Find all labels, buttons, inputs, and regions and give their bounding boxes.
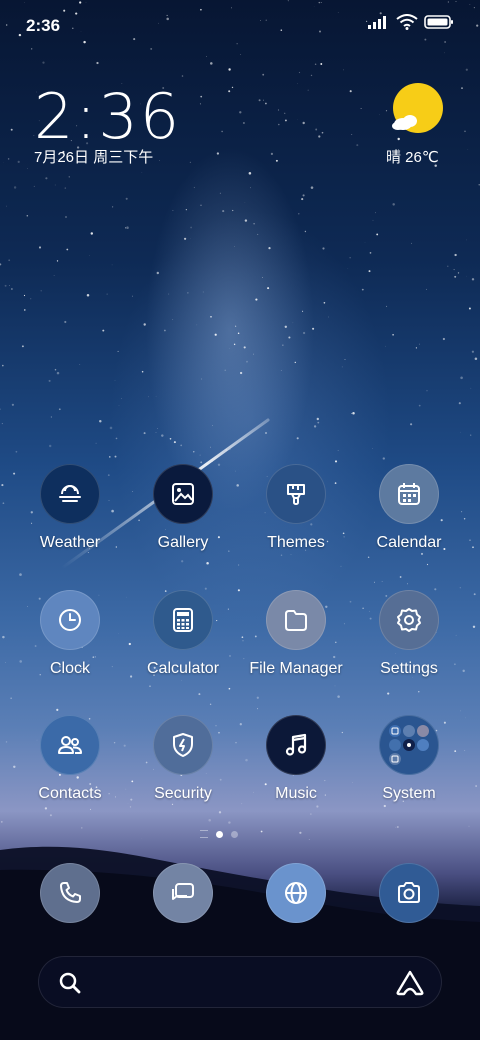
app-label: Calendar [376, 534, 442, 551]
battery-icon [424, 15, 453, 29]
search-bar[interactable] [38, 956, 442, 1008]
calendar-icon [379, 464, 439, 524]
page-dot[interactable] [231, 830, 238, 838]
wifi-icon [396, 14, 418, 30]
voice-assistant-icon[interactable] [396, 970, 424, 996]
app-music[interactable]: Music [240, 715, 352, 803]
page-indicator-feed[interactable] [200, 830, 208, 838]
clock-widget-date: 7月26日 周三下午 [34, 149, 154, 166]
calculator-icon [153, 590, 213, 650]
app-system[interactable]: System [353, 715, 465, 803]
security-icon [153, 715, 213, 775]
music-icon [266, 715, 326, 775]
status-bar: 2:36 [0, 0, 480, 50]
messages-icon [153, 863, 213, 923]
camera-icon [379, 863, 439, 923]
page-dot-current[interactable] [216, 830, 223, 838]
themes-icon [266, 464, 326, 524]
app-weather[interactable]: Weather [14, 464, 126, 552]
app-gallery[interactable]: Gallery [127, 464, 239, 552]
dock-phone-button[interactable] [14, 863, 126, 923]
folder-icon [266, 590, 326, 650]
app-label: Contacts [38, 785, 102, 802]
app-label: File Manager [249, 660, 343, 677]
status-time: 2:36 [26, 16, 61, 35]
app-file-manager[interactable]: File Manager [240, 590, 352, 678]
dock-camera-button[interactable] [353, 863, 465, 923]
signal-icon [368, 16, 386, 29]
search-icon [59, 972, 81, 994]
dock-messages-button[interactable] [127, 863, 239, 923]
app-label: Calculator [146, 660, 220, 677]
app-label: Music [275, 785, 317, 802]
weather-text: 晴 26℃ [386, 149, 439, 166]
weather-icon [40, 464, 100, 524]
app-themes[interactable]: Themes [240, 464, 352, 552]
page-indicator [200, 830, 238, 838]
clock-widget-time[interactable]: 2:36 [34, 80, 181, 153]
app-calendar[interactable]: Calendar [353, 464, 465, 552]
system-folder-icon [379, 715, 439, 775]
dock-browser-button[interactable] [240, 863, 352, 923]
app-label: Security [154, 785, 212, 802]
sunny-weather-icon[interactable] [390, 82, 446, 138]
gallery-icon [153, 464, 213, 524]
clock-icon [40, 590, 100, 650]
app-clock[interactable]: Clock [14, 590, 126, 678]
app-label: Settings [380, 660, 438, 677]
app-label: Clock [49, 660, 90, 677]
contacts-icon [40, 715, 100, 775]
app-settings[interactable]: Settings [353, 590, 465, 678]
app-calculator[interactable]: Calculator [127, 590, 239, 678]
app-label: System [382, 785, 436, 802]
browser-icon [266, 863, 326, 923]
settings-icon [379, 590, 439, 650]
app-label: Weather [39, 534, 101, 551]
app-security[interactable]: Security [127, 715, 239, 803]
app-label: Gallery [157, 534, 209, 551]
status-icons [368, 14, 454, 30]
app-contacts[interactable]: Contacts [14, 715, 126, 803]
app-label: Themes [267, 534, 325, 551]
phone-icon [40, 863, 100, 923]
